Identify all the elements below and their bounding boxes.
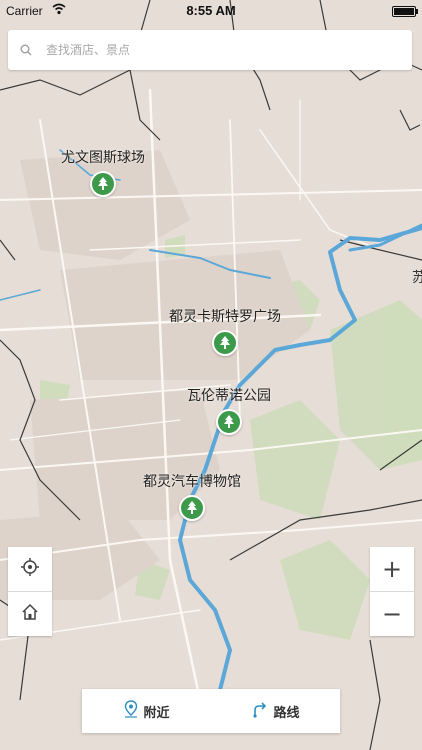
poi-label: 尤文图斯球场 [61,150,145,166]
crosshair-icon [20,557,40,581]
search-icon [8,44,44,56]
tree-icon[interactable] [216,409,242,435]
nearby-label: 附近 [143,705,170,721]
zoom-out-button[interactable]: − [370,592,414,636]
battery-icon [392,6,418,17]
tree-icon[interactable] [212,330,238,356]
tree-icon[interactable] [179,495,205,521]
poi-car-museum[interactable]: 都灵汽车博物馆 [143,471,241,521]
locate-button[interactable] [8,547,52,591]
search-bar[interactable] [8,30,412,70]
status-bar: Carrier 8:55 AM [0,0,422,22]
route-label: 路线 [273,705,300,721]
route-icon [251,700,269,722]
zoom-in-button[interactable]: + [370,547,414,591]
map-edge-label: 苏 [412,270,422,286]
nearby-button[interactable]: 附近 [82,689,211,733]
home-button[interactable] [8,592,52,636]
route-button[interactable]: 路线 [211,689,340,733]
poi-label: 都灵汽车博物馆 [143,474,241,490]
poi-juventus-stadium[interactable]: 尤文图斯球场 [61,147,145,197]
bottom-bar: 附近 路线 [82,689,340,733]
home-icon [21,603,39,625]
poi-piazza-castello[interactable]: 都灵卡斯特罗广场 [169,306,281,356]
tree-icon[interactable] [90,171,116,197]
location-pin-icon [123,700,139,722]
battery-fill [394,8,414,15]
status-time: 8:55 AM [186,3,236,18]
search-input[interactable] [44,31,412,69]
poi-valentino-park[interactable]: 瓦伦蒂诺公园 [187,385,271,435]
poi-label: 瓦伦蒂诺公园 [187,388,271,404]
map-canvas[interactable]: 苏 [0,0,422,750]
poi-label: 都灵卡斯特罗广场 [169,309,281,325]
